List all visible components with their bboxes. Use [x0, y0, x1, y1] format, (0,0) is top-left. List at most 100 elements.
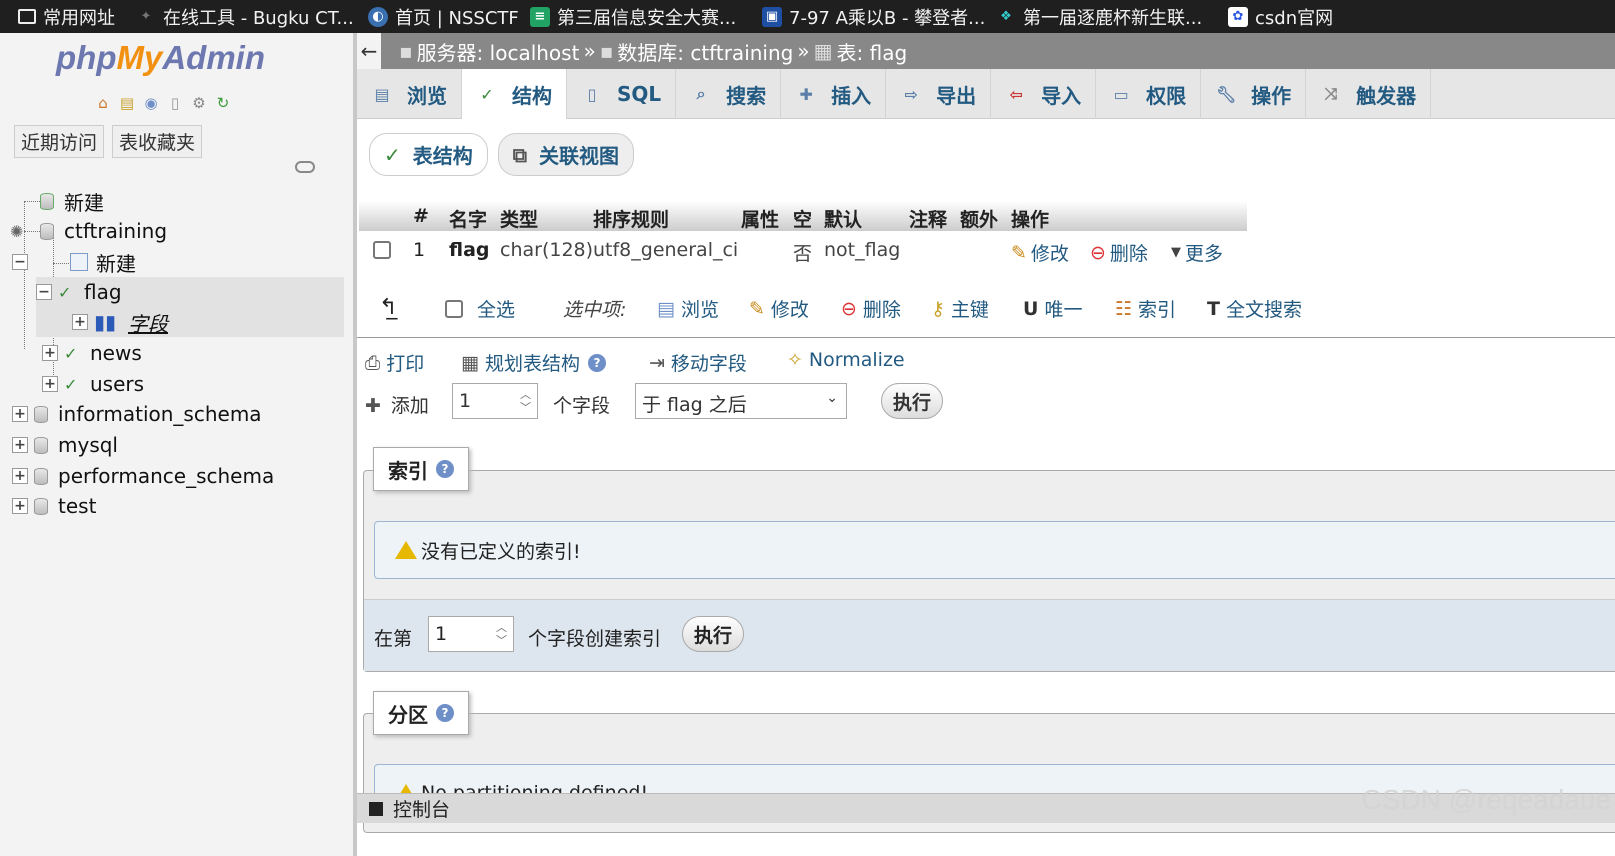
- partitions-legend: 分区?: [373, 691, 469, 735]
- tab-browse[interactable]: ▤ 浏览: [357, 69, 462, 119]
- phpmyadmin-logo[interactable]: phpMyAdmin: [56, 39, 265, 77]
- home-icon[interactable]: ⌂: [93, 93, 113, 113]
- bookmark-label: 首页 | NSSCTF: [395, 7, 519, 29]
- bookmark-bugku[interactable]: ✦ 在线工具 - Bugku CT...: [136, 0, 354, 33]
- new-table-icon: [70, 253, 88, 271]
- bookmark-csdn[interactable]: ✿ csdn官网: [1228, 0, 1333, 33]
- tab-sql[interactable]: ▯ SQL: [567, 69, 677, 119]
- bulk-browse-button[interactable]: ▤ 浏览: [657, 295, 719, 322]
- spinner-arrows-icon[interactable]: ︿ ﹀: [496, 621, 507, 647]
- expand-icon[interactable]: +: [72, 314, 88, 330]
- edit-column-link[interactable]: ✎ 修改: [1011, 239, 1069, 266]
- tree-columns[interactable]: + ▮▮ 字段: [36, 307, 344, 337]
- tab-import[interactable]: ⇦ 导入: [991, 69, 1097, 119]
- more-dropdown[interactable]: ▼ 更多: [1171, 239, 1223, 266]
- printer-icon: ⎙: [365, 351, 381, 374]
- expand-icon[interactable]: +: [42, 376, 58, 392]
- normalize-link[interactable]: ✧ Normalize: [787, 349, 905, 371]
- collapse-icon[interactable]: −: [12, 254, 28, 270]
- sql-icon: ▯: [587, 84, 597, 104]
- add-count-input[interactable]: 1 ︿ ﹀: [452, 383, 538, 419]
- help-icon[interactable]: ?: [587, 353, 606, 372]
- move-columns-link[interactable]: ⇥ 移动字段: [649, 349, 747, 376]
- search-icon: ⌕: [696, 84, 706, 103]
- help-icon[interactable]: ?: [436, 704, 454, 722]
- tree-new-table[interactable]: 新建: [70, 247, 136, 277]
- loading-spinner-icon: ✺: [10, 221, 24, 241]
- drop-column-link[interactable]: ⊖ 删除: [1090, 239, 1148, 266]
- expand-icon[interactable]: +: [12, 406, 28, 422]
- expand-icon[interactable]: +: [12, 437, 28, 453]
- database-icon: [40, 222, 54, 240]
- link-chain-icon[interactable]: [295, 161, 315, 173]
- tree-table-news[interactable]: + ✓ news: [42, 338, 142, 368]
- tree-new-db[interactable]: 新建: [40, 186, 104, 216]
- key-icon: ⚷: [931, 297, 945, 320]
- index-icon: ☷: [1115, 297, 1133, 320]
- bulk-edit-button[interactable]: ✎ 修改: [749, 295, 809, 322]
- table-row: 1 flag char(128) utf8_general_ci 否 not_f…: [359, 233, 1247, 269]
- reload-icon[interactable]: ↻: [213, 93, 233, 113]
- bulk-unique-button[interactable]: U 唯一: [1023, 295, 1082, 322]
- expand-icon[interactable]: +: [12, 468, 28, 484]
- drop-circle-icon: ⊖: [841, 297, 857, 320]
- bulk-index-button[interactable]: ☷ 索引: [1115, 295, 1176, 322]
- tree-db-test[interactable]: + test: [12, 491, 96, 521]
- add-go-button[interactable]: 执行: [881, 383, 943, 419]
- bookmark-label: 第一届逐鹿杯新生联...: [1023, 7, 1203, 29]
- bulk-primary-button[interactable]: ⚷ 主键: [931, 295, 989, 322]
- select-all-checkbox[interactable]: 全选: [445, 295, 515, 322]
- docs-icon[interactable]: ▯: [165, 93, 185, 113]
- create-index-go-button[interactable]: 执行: [682, 616, 744, 652]
- magic-wand-icon: ✧: [787, 349, 803, 371]
- bookmark-zhulu[interactable]: ❖ 第一届逐鹿杯新生联...: [996, 0, 1202, 33]
- subtab-table-structure[interactable]: ✓ 表结构: [369, 133, 488, 176]
- subtab-relation-view[interactable]: ⧉ 关联视图: [497, 133, 635, 176]
- tab-structure[interactable]: ✓ 结构: [462, 69, 567, 119]
- tree-table-users[interactable]: + ✓ users: [42, 369, 144, 399]
- expand-icon[interactable]: +: [42, 345, 58, 361]
- settings-gear-icon[interactable]: ⚙: [189, 93, 209, 113]
- breadcrumb-database[interactable]: 数据库: ctftraining: [617, 37, 793, 66]
- tab-privileges[interactable]: ▭ 权限: [1096, 69, 1202, 119]
- print-link[interactable]: ⎙ 打印: [365, 349, 424, 376]
- tree-db-ctftraining[interactable]: ✺ ctftraining: [10, 216, 167, 246]
- bookmark-label: 第三届信息安全大赛...: [557, 7, 737, 29]
- bookmark-contest[interactable]: ≡ 第三届信息安全大赛...: [530, 0, 736, 33]
- column-name: flag: [449, 239, 490, 261]
- bookmark-pta[interactable]: ▣ 7-97 A乘以B - 攀登者...: [762, 0, 985, 33]
- index-count-input[interactable]: 1 ︿ ﹀: [428, 616, 514, 652]
- expand-icon[interactable]: +: [12, 498, 28, 514]
- tree-collapse-ctftraining[interactable]: −: [12, 247, 34, 277]
- navigation-panel: phpMyAdmin ⌂ ▤ ◉ ▯ ⚙ ↻ 近期访问 表收藏夹 新建 ✺ ct…: [0, 33, 353, 856]
- propose-structure-link[interactable]: ▦ 规划表结构?: [461, 349, 606, 376]
- bulk-fulltext-button[interactable]: T 全文搜索: [1207, 295, 1302, 322]
- tab-search[interactable]: ⌕ 搜索: [676, 69, 782, 119]
- position-select[interactable]: 于 flag 之后 ⌄: [635, 383, 847, 419]
- bookmark-nssctf[interactable]: ◐ 首页 | NSSCTF: [368, 0, 519, 33]
- logout-icon[interactable]: ▤: [117, 93, 137, 113]
- recent-tab[interactable]: 近期访问: [14, 125, 105, 158]
- bookmark-folder[interactable]: 常用网址: [18, 0, 115, 33]
- browse-icon: ▤: [657, 297, 675, 320]
- row-checkbox[interactable]: [373, 241, 391, 264]
- spinner-arrows-icon[interactable]: ︿ ﹀: [520, 388, 531, 414]
- collapse-nav-arrow-icon[interactable]: ←: [357, 33, 381, 69]
- help-icon[interactable]: ?: [436, 460, 454, 478]
- bulk-drop-button[interactable]: ⊖ 删除: [841, 295, 901, 322]
- tree-db-performance-schema[interactable]: + performance_schema: [12, 461, 274, 491]
- nav-tabs: 近期访问 表收藏夹: [14, 125, 203, 158]
- breadcrumb-table[interactable]: 表: flag: [837, 37, 908, 66]
- tree-db-mysql[interactable]: + mysql: [12, 430, 118, 460]
- collapse-icon[interactable]: −: [36, 284, 52, 300]
- tab-triggers[interactable]: ⤨ 触发器: [1306, 69, 1432, 119]
- tree-table-flag[interactable]: − ✓ flag: [36, 277, 344, 307]
- help-icon[interactable]: ◉: [141, 93, 161, 113]
- favorites-tab[interactable]: 表收藏夹: [112, 125, 203, 158]
- tab-export[interactable]: ⇨ 导出: [886, 69, 992, 119]
- tree-db-information-schema[interactable]: + information_schema: [12, 399, 262, 429]
- tab-operations[interactable]: 🔧︎ 操作: [1201, 69, 1307, 119]
- tab-insert[interactable]: ✚ 插入: [781, 69, 887, 119]
- breadcrumb-server[interactable]: 服务器: localhost: [417, 37, 580, 66]
- table-tabs: ▤ 浏览 ✓ 结构 ▯ SQL ⌕ 搜索 ✚ 插入 ⇨ 导出 ⇦ 导入 ▭ 权限 🔧︎ 操作 ⤨ 触…: [357, 69, 1615, 119]
